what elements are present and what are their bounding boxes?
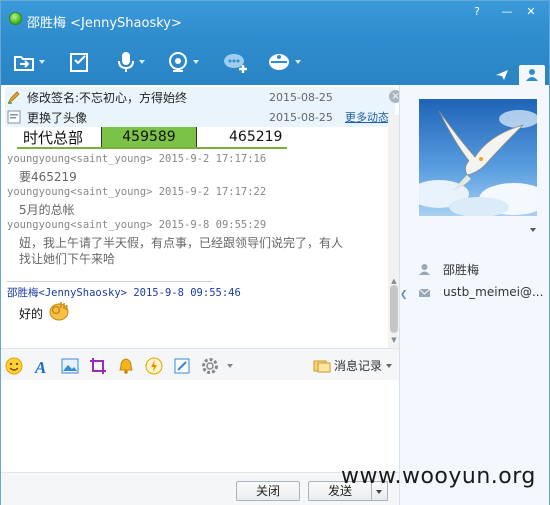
news-item: 更换了头像 2015-08-25 更多动态 — [5, 107, 395, 127]
video-call-button[interactable] — [167, 47, 199, 77]
title-bar: 邵胜梅 <JennyShaosky> ? — ✕ — [1, 1, 549, 39]
settings-dropdown-icon[interactable] — [227, 364, 233, 368]
flash-icon[interactable] — [145, 357, 163, 375]
message-divider — [7, 281, 213, 282]
add-chat-icon — [224, 54, 247, 73]
close-button[interactable]: 关闭 — [236, 481, 300, 501]
embedded-image[interactable]: 时代总部 459589 465219 — [17, 127, 287, 149]
message-text: 妞，我上午请了半天假，有点事，已经跟领导们说完了，有人 — [19, 236, 344, 250]
share-tab[interactable] — [489, 65, 515, 85]
news-date: 2015-08-25 — [269, 90, 333, 104]
contact-avatar[interactable] — [419, 99, 537, 216]
message-text: 要465219 — [19, 170, 77, 184]
history-label: 消息记录 — [334, 359, 383, 373]
message-header: youngyoung<saint_young> 2015-9-2 17:17:2… — [7, 186, 267, 198]
ok-hand-emoji-icon — [49, 302, 69, 321]
remote-assist-button[interactable] — [267, 47, 301, 77]
bottom-bar: 关闭 发送 — [1, 472, 399, 505]
webcam-icon — [169, 52, 187, 72]
microphone-icon — [118, 52, 134, 72]
embedded-value: 465219 — [229, 129, 283, 145]
collapse-panel-icon[interactable]: ❮ — [400, 290, 408, 304]
watermark: www.wooyun.org — [341, 464, 536, 489]
more-activity-link[interactable]: 更多动态 — [345, 109, 389, 125]
message-text: 5月的总帐 — [19, 203, 75, 217]
chat-window: 邵胜梅 <JennyShaosky> ? — ✕ 修改签名:不忘初心，方得始终 … — [0, 0, 550, 505]
contact-panel: ❮ 邵胜梅 ustb_meimei@... — [399, 85, 549, 505]
user-icon — [419, 264, 430, 275]
scroll-thumb[interactable] — [390, 285, 398, 333]
edit-button[interactable] — [69, 47, 91, 77]
history-dropdown-icon — [386, 363, 393, 368]
voice-call-button[interactable] — [117, 47, 145, 77]
input-toolbar: A 消息记录 — [1, 348, 399, 380]
contact-email[interactable]: ustb_meimei@... — [443, 285, 543, 299]
online-status-icon[interactable] — [9, 12, 22, 25]
scroll-up-icon[interactable]: ▲ — [390, 277, 398, 285]
contact-name: 邵胜梅 — [443, 263, 480, 277]
embedded-label: 时代总部 — [23, 129, 84, 147]
message-input[interactable] — [1, 380, 399, 472]
settings-icon[interactable] — [201, 357, 219, 375]
scroll-down-icon[interactable]: ▼ — [390, 336, 398, 344]
avatar-menu-icon[interactable] — [530, 228, 536, 232]
chevron-down-icon — [376, 490, 382, 494]
history-icon — [313, 360, 331, 372]
file-transfer-button[interactable] — [13, 47, 45, 77]
remote-assist-icon — [269, 54, 289, 70]
note-icon[interactable] — [173, 357, 191, 375]
svg-text:A: A — [34, 358, 46, 375]
contact-tab[interactable] — [519, 65, 545, 85]
embedded-value-highlight: 459589 — [101, 127, 197, 147]
screenshot-icon[interactable] — [89, 357, 107, 375]
contact-name-row: 邵胜梅 — [418, 261, 479, 278]
close-window-button[interactable]: ✕ — [521, 5, 541, 19]
minimize-button[interactable]: — — [497, 5, 517, 19]
message-text: 好的 — [19, 307, 44, 321]
avatar-change-icon — [7, 110, 21, 124]
news-item: 修改签名:不忘初心，方得始终 2015-08-25 × — [5, 87, 402, 107]
signature-icon — [8, 91, 20, 104]
news-text: 更换了头像 — [27, 110, 88, 125]
contact-email-row: ustb_meimei@... — [418, 285, 543, 299]
window-title: 邵胜梅 <JennyShaosky> — [27, 16, 182, 31]
font-icon[interactable]: A — [33, 357, 51, 375]
image-icon[interactable] — [61, 357, 79, 375]
add-group-chat-button[interactable] — [223, 47, 249, 77]
mail-icon — [418, 288, 431, 297]
file-transfer-icon — [14, 56, 34, 71]
news-date: 2015-08-25 — [269, 110, 333, 124]
shake-icon[interactable] — [117, 357, 135, 375]
edit-icon — [70, 53, 88, 72]
chat-history[interactable]: 修改签名:不忘初心，方得始终 2015-08-25 × 更换了头像 2015-0… — [1, 85, 402, 348]
message-text: 找让她们下午来哈 — [19, 252, 116, 266]
message-header: youngyoung<saint_young> 2015-9-2 17:17:1… — [7, 153, 267, 165]
message-header: 邵胜梅<JennyShaosky> 2015-9-8 09:55:46 — [7, 287, 241, 299]
message-header: youngyoung<saint_young> 2015-9-8 09:55:2… — [7, 219, 267, 231]
message-history-button[interactable]: 消息记录 — [313, 357, 393, 374]
contact-icon — [526, 69, 538, 81]
news-text: 修改签名:不忘初心，方得始终 — [27, 90, 188, 105]
main-toolbar — [1, 39, 549, 85]
share-icon — [496, 70, 508, 80]
emoji-icon[interactable] — [5, 357, 23, 375]
help-button[interactable]: ? — [467, 5, 487, 19]
